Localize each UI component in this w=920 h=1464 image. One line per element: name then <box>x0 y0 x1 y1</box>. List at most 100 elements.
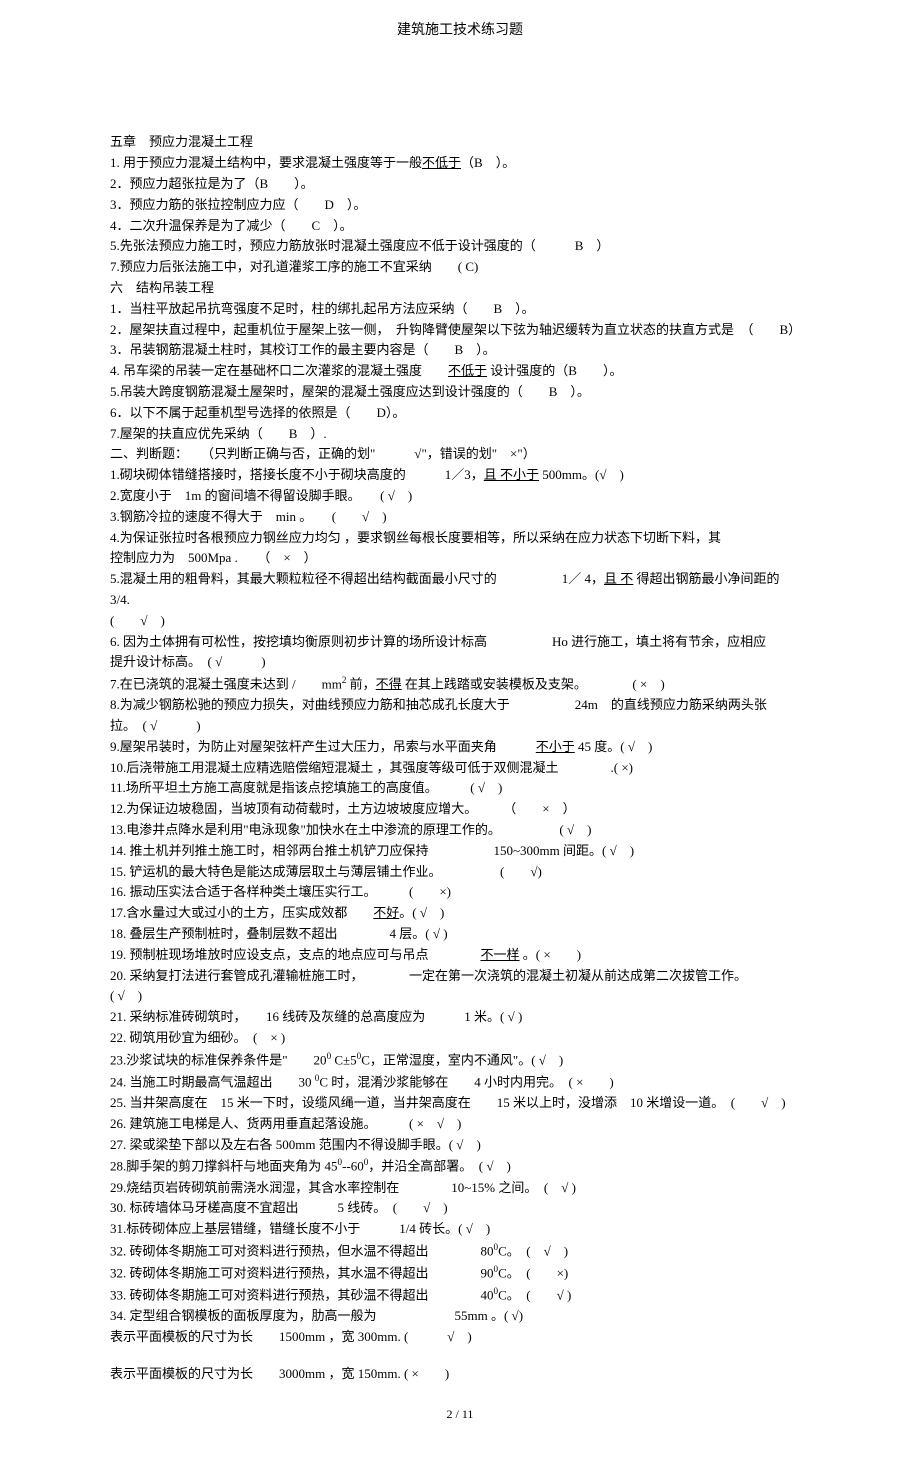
underlined-text: 不小于 <box>536 739 575 754</box>
judge-line: 21. 采纳标准砖砌筑时， 16 线砖及灰缝的总高度应为 1 米。( √ ) <box>110 1007 810 1028</box>
chapter5-line: 2．预应力超张拉是为了（B ）。 <box>110 174 810 195</box>
text-segment: 500mm。(√ ) <box>539 467 624 482</box>
judge-line: 4.为保证张拉时各根预应力钢丝应力均匀 ，要求钢丝每根长度要相等，所以采纳在应力… <box>110 528 810 549</box>
judge-line: ( √ ) <box>110 611 810 632</box>
text-segment: 拉。 ( √ ) <box>110 718 201 733</box>
judge-line: 19. 预制桩现场堆放时应设支点，支点的地点应可与吊点 不一样 。( × ) <box>110 945 810 966</box>
underlined-text: 不好 <box>373 905 399 920</box>
text-segment: 19. 预制桩现场堆放时应设支点，支点的地点应可与吊点 <box>110 947 481 962</box>
text-segment: 27. 梁或梁垫下部以及左右各 500mm 范围内不得设脚手眼。( √ ) <box>110 1137 481 1152</box>
chapter6-line: 7.屋架的扶直应优先采纳（ B ）. <box>110 424 810 445</box>
text-segment: 。( × ) <box>520 947 582 962</box>
text-segment: 2.宽度小于 1m 的窗间墙不得留设脚手眼。 ( √ ) <box>110 488 412 503</box>
judge-line: 表示平面模板的尺寸为长 1500mm ，宽 300mm. ( √ ) <box>110 1327 810 1348</box>
text-segment: 18. 叠层生产预制桩时，叠制层数不超出 4 层。( √ ) <box>110 926 448 941</box>
text-segment: 7.屋架的扶直应优先采纳（ <box>110 426 263 441</box>
text-segment: 11.场所平坦土方施工高度就是指该点挖填施工的高度值。 ( √ ) <box>110 780 502 795</box>
text-segment: 5.先张法预应力施工时，预应力筋放张时混凝土强度应不低于设计强度的（ <box>110 238 536 253</box>
text-segment: ）。 <box>334 197 367 212</box>
judge-line: 31.标砖砌体应上基层错缝，错缝长度不小于 1/4 砖长。( √ ) <box>110 1219 810 1240</box>
text-segment: 20. 采纳复打法进行套管成孔灌输桩施工时， 一定在第一次浇筑的混凝土初凝从前达… <box>110 968 871 1004</box>
judge-line: 30. 标砖墙体马牙槎高度不宜超出 5 线砖。 ( √ ) <box>110 1198 810 1219</box>
text-segment: （ B） <box>734 322 801 337</box>
judge-line: 17.含水量过大或过小的土方，压实成效都 不好。( √ ) <box>110 903 810 924</box>
text-segment: 21. 采纳标准砖砌筑时， 16 线砖及灰缝的总高度应为 1 米。( √ ) <box>110 1009 522 1024</box>
text-segment: 2．预应力超张拉是为了（B <box>110 176 268 191</box>
text-segment: 6. 因为土体拥有可松性，按挖填均衡原则初步计算的场所设计标高 Ho 进行施工，… <box>110 634 766 649</box>
text-segment: 9.屋架吊装时，为防止对屋架弦杆产生过大压力，吊索与水平面夹角 <box>110 739 536 754</box>
text-segment: 26. 建筑施工电梯是人、货两用垂直起落设施。 ( × √ ) <box>110 1116 461 1131</box>
judge-line: 3.钢筋冷拉的速度不得大于 min 。 ( √ ) <box>110 507 810 528</box>
text-segment: ）。 <box>268 176 314 191</box>
underlined-text: 不低于 <box>448 363 487 378</box>
text-segment: C ）。 <box>286 218 353 233</box>
underlined-text: 且 不 <box>604 571 633 586</box>
text-segment: 3．预应力筋的张拉控制应力应（ D <box>110 197 334 212</box>
page-title: 建筑施工技术练习题 <box>110 20 810 42</box>
judge-line: 28.脚手架的剪刀撑斜杆与地面夹角为 450--600，并沿全高部署。 ( √ … <box>110 1155 810 1177</box>
judge-line: 34. 定型组合钢模板的面板厚度为，肋高一般为 55mm 。( √) <box>110 1306 810 1327</box>
judge-line: 18. 叠层生产预制桩时，叠制层数不超出 4 层。( √ ) <box>110 924 810 945</box>
judge-line: 22. 砌筑用砂宜为细砂。 ( × ) <box>110 1028 810 1049</box>
judge-line: 6. 因为土体拥有可松性，按挖填均衡原则初步计算的场所设计标高 Ho 进行施工，… <box>110 632 810 653</box>
judge-line: 提升设计标高。 ( √ ) <box>110 652 810 673</box>
text-segment: 16. 振动压实法合适于各样种类土壤压实行工。 ( ×) <box>110 884 451 899</box>
chapter6-line: 6．以下不属于起重机型号选择的依照是（ D）。 <box>110 403 810 424</box>
chapter5-line: 3．预应力筋的张拉控制应力应（ D ）。 <box>110 195 810 216</box>
text-segment: B ）。 <box>468 301 535 316</box>
text-segment: 7.预应力后张法施工中，对孔道灌浆工序的施工不宜采纳 <box>110 259 432 274</box>
text-segment: 17.含水量过大或过小的土方，压实成效都 <box>110 905 373 920</box>
underlined-text: 且 不小于 <box>484 467 539 482</box>
text-segment: 1. 用于预应力混凝土结构中，要求混凝土强度等于一般 <box>110 155 422 170</box>
judge-line: 10.后浇带施工用混凝土应精选赔偿缩短混凝土 ，其强度等级可低于双侧混凝土 .(… <box>110 758 810 779</box>
chapter6-title: 六 结构吊装工程 <box>110 278 810 299</box>
text-segment: 29.烧结页岩砖砌筑前需浇水润湿，其含水率控制在 10~15% 之间。 ( √ … <box>110 1180 576 1195</box>
text-segment: B ） <box>536 238 610 253</box>
judge-line: 8.为减少钢筋松驰的预应力损失，对曲线预应力筋和抽芯成孔长度大于 24m 的直线… <box>110 695 810 716</box>
text-segment: 4．二次升温保养是为了减少（ <box>110 218 286 233</box>
text-segment: 8.为减少钢筋松驰的预应力损失，对曲线预应力筋和抽芯成孔长度大于 24m 的直线… <box>110 697 767 712</box>
chapter5-line: 7.预应力后张法施工中，对孔道灌浆工序的施工不宜采纳 ( C) <box>110 257 810 278</box>
text-segment: 设计强度的（B ）。 <box>487 363 622 378</box>
judge-line: 11.场所平坦土方施工高度就是指该点挖填施工的高度值。 ( √ ) <box>110 778 810 799</box>
judge-line: 9.屋架吊装时，为防止对屋架弦杆产生过大压力，吊索与水平面夹角 不小于 45 度… <box>110 737 810 758</box>
judge-line: 20. 采纳复打法进行套管成孔灌输桩施工时， 一定在第一次浇筑的混凝土初凝从前达… <box>110 966 810 1008</box>
judge-line: 26. 建筑施工电梯是人、货两用垂直起落设施。 ( × √ ) <box>110 1114 810 1135</box>
judge-line: 25. 当井架高度在 15 米一下时，设缆风绳一道，当井架高度在 15 米以上时… <box>110 1093 810 1114</box>
text-segment: B ）. <box>263 426 327 441</box>
judge-line: 7.在已浇筑的混凝土强度未达到 / mm2 前，不得 在其上践踏或安装模板及支架… <box>110 673 810 695</box>
judge-line: 13.电渗井点降水是利用"电泳现象"加快水在土中渗流的原理工作的。 ( √ ) <box>110 820 810 841</box>
chapter5-title: 五章 预应力混凝土工程 <box>110 132 810 153</box>
text-segment: ( √ ) <box>110 613 165 628</box>
judge-line: 32. 砖砌体冬期施工可对资料进行预热，但水温不得超出 800C。 ( √ ) <box>110 1240 810 1262</box>
judge-line: 控制应力为 500Mpa . （ × ） <box>110 548 810 569</box>
underlined-text: 不一样 <box>481 947 520 962</box>
text-segment: 4. 吊车梁的吊装一定在基础杯口二次灌浆的混凝土强度 <box>110 363 448 378</box>
chapter5-line: 5.先张法预应力施工时，预应力筋放张时混凝土强度应不低于设计强度的（ B ） <box>110 236 810 257</box>
page: 建筑施工技术练习题 五章 预应力混凝土工程 1. 用于预应力混凝土结构中，要求混… <box>0 0 920 1464</box>
text-segment: 3.钢筋冷拉的速度不得大于 min 。 ( √ ) <box>110 509 387 524</box>
chapter5-line: 1. 用于预应力混凝土结构中，要求混凝土强度等于一般不低于（B ）。 <box>110 153 810 174</box>
document-body: 五章 预应力混凝土工程 1. 用于预应力混凝土结构中，要求混凝土强度等于一般不低… <box>110 132 810 1384</box>
text-segment: 45 度。( √ ) <box>575 739 653 754</box>
judge-line: 32. 砖砌体冬期施工可对资料进行预热，其水温不得超出 900C。 ( ×) <box>110 1262 810 1284</box>
chapter6-line: 5.吊装大跨度钢筋混凝土屋架时，屋架的混凝土强度应达到设计强度的（ B ）。 <box>110 382 810 403</box>
chapter6-line: 2．屋架扶直过程中，起重机位于屋架上弦一侧， 升钩降臂使屋架以下弦为轴迟缓转为直… <box>110 320 810 341</box>
text-segment: 4.为保证张拉时各根预应力钢丝应力均匀 ，要求钢丝每根长度要相等，所以采纳在应力… <box>110 530 721 545</box>
text-segment: 25. 当井架高度在 15 米一下时，设缆风绳一道，当井架高度在 15 米以上时… <box>110 1095 786 1110</box>
judge-line: 5.混凝土用的粗骨料，其最大颗粒粒径不得超出结构截面最小尺寸的 1／ 4，且 不… <box>110 569 810 611</box>
text-segment: 5.吊装大跨度钢筋混凝土屋架时，屋架的混凝土强度应达到设计强度的（ <box>110 384 523 399</box>
text-segment: 6．以下不属于起重机型号选择的依照是（ <box>110 405 351 420</box>
judge-line: 24. 当施工时期最高气温超出 30 0C 时，混淆沙浆能够在 4 小时内用完。… <box>110 1071 810 1093</box>
text-segment: 13.电渗井点降水是利用"电泳现象"加快水在土中渗流的原理工作的。 ( √ ) <box>110 822 591 837</box>
judge-line: 12.为保证边坡稳固，当坡顶有动荷载时，土方边坡坡度应增大。 （ × ） <box>110 799 810 820</box>
text-segment: （B ）。 <box>461 155 515 170</box>
judge-line: 23.沙浆试块的标准保养条件是" 200 C±50C，正常湿度，室内不通风"。(… <box>110 1049 810 1071</box>
chapter5-line: 4．二次升温保养是为了减少（ C ）。 <box>110 216 810 237</box>
judge-line: 拉。 ( √ ) <box>110 716 810 737</box>
chapter6-line: 3．吊装钢筋混凝土柱时，其校订工作的最主要内容是（ B ）。 <box>110 340 810 361</box>
judge-line: 14. 推土机并列推土施工时，相邻两台推土机铲刀应保持 150~300mm 间距… <box>110 841 810 862</box>
judge-line: 29.烧结页岩砖砌筑前需浇水润湿，其含水率控制在 10~15% 之间。 ( √ … <box>110 1178 810 1199</box>
text-segment: 控制应力为 500Mpa . （ × ） <box>110 550 317 565</box>
judge-title: 二、判断题： （只判断正确与否，正确的划" √"，错误的划" ×"） <box>110 444 810 465</box>
